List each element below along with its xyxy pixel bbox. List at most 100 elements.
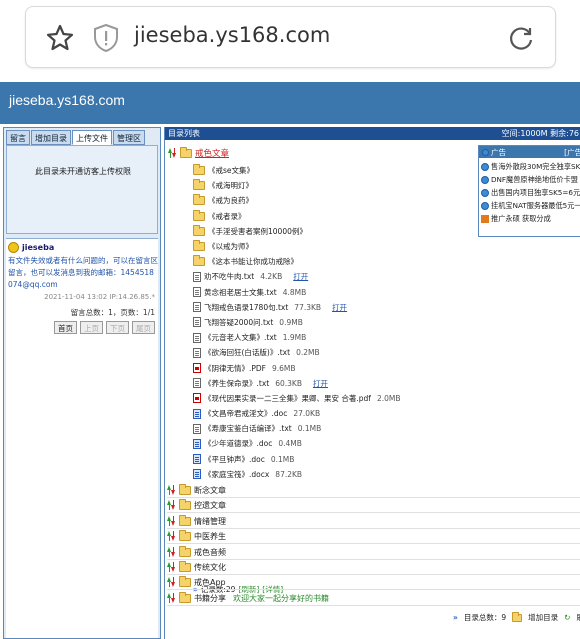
file-row[interactable]: 《寿康宝鉴白话编译》.txt 0.1MB [193,421,453,436]
item-name[interactable]: 《这本书能让你成功戒除》 [208,256,298,267]
item-name[interactable]: 《手淫受害者案例10000例》 [208,226,307,237]
item-name[interactable]: 黄念祖老居士文集.txt [204,287,277,298]
main-folder-row[interactable]: 戒色文章 [168,146,229,159]
category-row[interactable]: 中医养生 [167,529,580,544]
sort-icon[interactable] [167,500,176,510]
tab-admin[interactable]: 管理区 [113,130,145,145]
file-row[interactable]: 《家庭宝筏》.docx 87.2KB [193,467,453,482]
file-row[interactable]: 《养生保命录》.txt 60.3KB 打开 [193,376,453,391]
tab-add-directory[interactable]: 增加目录 [31,130,71,145]
file-row[interactable]: 《欲海回狂(白话版)》.txt 0.2MB [193,345,453,360]
subfolder-row[interactable]: 《手淫受害者案例10000例》 [193,224,453,239]
ad-recruit-link[interactable]: [广告招商] [564,147,580,158]
category-row[interactable]: 戒色音频 [167,545,580,560]
ad-item[interactable]: DNF魔兽原神绝地低价卡盟 [481,173,580,186]
category-name[interactable]: 戒色App [194,577,226,588]
sort-icon[interactable] [167,485,176,495]
category-name[interactable]: 情绪管理 [194,516,226,527]
add-directory-link[interactable]: 增加目录 [528,612,558,623]
file-row[interactable]: 飞翔答疑2000问.txt 0.9MB [193,315,453,330]
item-name[interactable]: 劝不吃牛肉.txt [204,271,254,282]
subfolder-row[interactable]: 《戒者录》 [193,209,453,224]
prev-page-button[interactable]: 上页 [80,321,103,334]
last-page-button[interactable]: 尾页 [132,321,155,334]
item-name[interactable]: 《戒海明灯》 [208,180,253,191]
category-row[interactable]: 情绪管理 [167,514,580,529]
item-name[interactable]: 《戒为良药》 [208,195,253,206]
item-name[interactable]: 飞翔戒色语录1780句.txt [204,302,288,313]
file-row[interactable]: 《平旦钟声》.doc 0.1MB [193,452,453,467]
category-row[interactable]: 控遗文章 [167,498,580,513]
ad-item[interactable]: 出售国内项目独享SK5=6元 [481,186,580,199]
file-row[interactable]: 黄念祖老居士文集.txt 4.8MB [193,285,453,300]
sort-icon[interactable] [167,593,176,603]
ad-item[interactable]: 推广永硕 获取分成 [481,212,580,225]
open-link[interactable]: 打开 [293,271,308,282]
item-name[interactable]: 《现代因果实录一二三全集》果卿、果安 合著.pdf [204,393,371,404]
refresh-directory-link[interactable]: 刷新 [576,612,580,623]
item-name[interactable]: 《戒者录》 [208,211,246,222]
ad-item[interactable]: 挂机宝NAT服务器最低5元一 [481,199,580,212]
ad-text[interactable]: DNF魔兽原神绝地低价卡盟 [491,175,578,185]
category-name[interactable]: 控遗文章 [194,500,226,511]
ad-item[interactable]: 售海外散段30M完全独享SK5 [481,160,580,173]
subfolder-row[interactable]: 《戒se文集》 [193,163,453,178]
bookmark-star-icon[interactable] [45,23,75,53]
file-row[interactable]: 飞翔戒色语录1780句.txt 77.3KB 打开 [193,300,453,315]
file-row[interactable]: 《文昌帝君戒淫文》.doc 27.0KB [193,406,453,421]
open-link[interactable]: 打开 [332,302,347,313]
category-name[interactable]: 书籍分享 [194,593,226,604]
item-name[interactable]: 《家庭宝筏》.docx [204,469,269,480]
sort-icon[interactable] [167,547,176,557]
category-row[interactable]: 断念文章 [167,483,580,498]
category-row[interactable]: 书籍分享 欢迎大家一起分享好的书籍 [167,591,580,606]
subfolder-row[interactable]: 《戒海明灯》 [193,178,453,193]
item-name[interactable]: 《戒se文集》 [208,165,254,176]
file-row[interactable]: 劝不吃牛肉.txt 4.2KB 打开 [193,269,453,284]
sort-icon[interactable] [167,531,176,541]
sort-icon[interactable] [167,562,176,572]
file-row[interactable]: 《阴律无情》.PDF 9.6MB [193,360,453,375]
item-name[interactable]: 《欲海回狂(白话版)》.txt [204,347,290,358]
address-url[interactable]: jieseba.ys168.com [134,23,330,47]
category-name[interactable]: 断念文章 [194,485,226,496]
item-name[interactable]: 《元音老人文集》.txt [204,332,277,343]
sort-icon[interactable] [168,148,177,158]
open-link[interactable]: 打开 [313,378,328,389]
sort-icon[interactable] [167,577,176,587]
item-name[interactable]: 《寿康宝鉴白话编译》.txt [204,423,292,434]
reload-icon[interactable] [506,23,536,53]
file-row[interactable]: 《少年道德录》.doc 0.4MB [193,436,453,451]
item-name[interactable]: 《平旦钟声》.doc [204,454,265,465]
next-page-button[interactable]: 下页 [106,321,129,334]
ad-text[interactable]: 出售国内项目独享SK5=6元 [491,188,580,198]
subfolder-row[interactable]: 《以戒为师》 [193,239,453,254]
site-title[interactable]: jieseba.ys168.com [9,92,125,108]
message-pager: 首页 上页 下页 尾页 [54,321,155,334]
category-row[interactable]: 传统文化 [167,560,580,575]
subfolder-row[interactable]: 《这本书能让你成功戒除》 [193,254,453,269]
item-name[interactable]: 《阴律无情》.PDF [204,363,266,374]
security-shield-icon[interactable] [93,23,119,53]
ad-text[interactable]: 推广永硕 获取分成 [491,214,551,224]
item-name[interactable]: 《少年道德录》.doc [204,438,272,449]
item-name[interactable]: 《以戒为师》 [208,241,253,252]
address-bar[interactable]: jieseba.ys168.com [25,6,556,68]
category-name[interactable]: 传统文化 [194,562,226,573]
subfolder-row[interactable]: 《戒为良药》 [193,193,453,208]
category-row[interactable]: 戒色App [167,575,580,590]
ad-text[interactable]: 挂机宝NAT服务器最低5元一 [491,201,580,211]
tab-upload-file[interactable]: 上传文件 [72,130,112,145]
tab-guestbook[interactable]: 留言 [6,130,30,145]
first-page-button[interactable]: 首页 [54,321,77,334]
sort-icon[interactable] [167,516,176,526]
ad-text[interactable]: 售海外散段30M完全独享SK5 [491,162,580,172]
category-name[interactable]: 戒色音频 [194,547,226,558]
item-name[interactable]: 《文昌帝君戒淫文》.doc [204,408,287,419]
file-row[interactable]: 《现代因果实录一二三全集》果卿、果安 合著.pdf 2.0MB [193,391,453,406]
category-name[interactable]: 中医养生 [194,531,226,542]
item-name[interactable]: 《养生保命录》.txt [204,378,269,389]
file-row[interactable]: 《元音老人文集》.txt 1.9MB [193,330,453,345]
item-name[interactable]: 飞翔答疑2000问.txt [204,317,273,328]
main-folder-name[interactable]: 戒色文章 [195,147,229,159]
